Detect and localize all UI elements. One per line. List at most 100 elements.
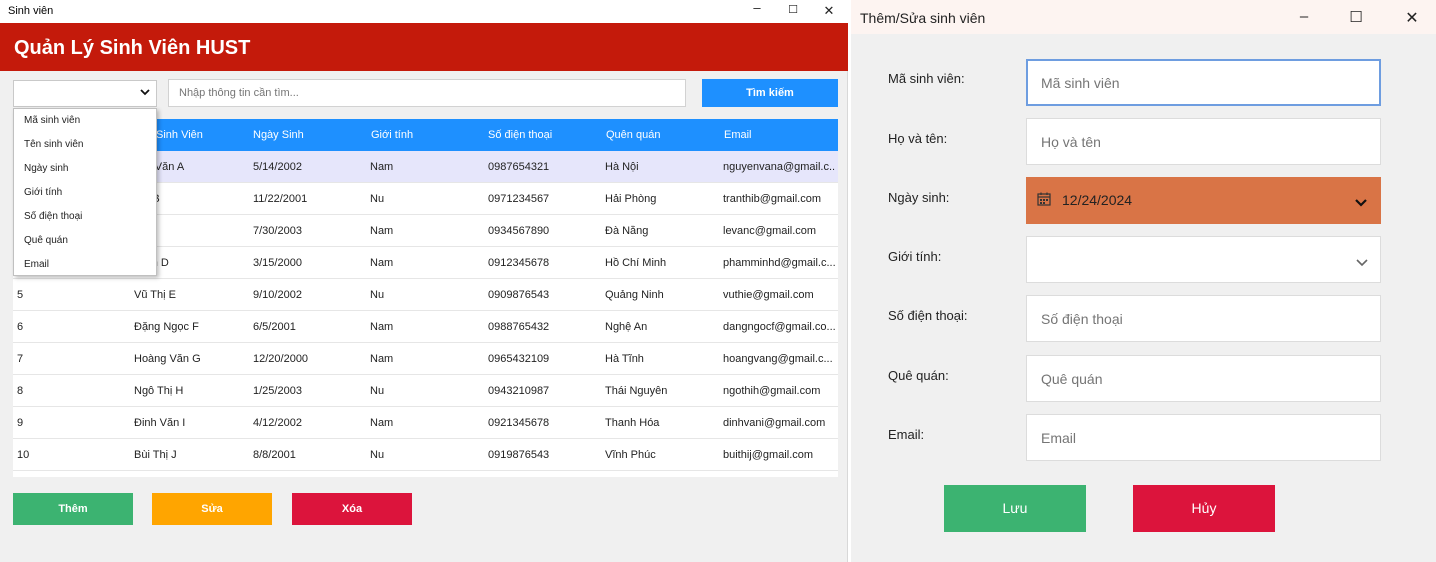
cell-name: Bùi Thị J [134, 449, 177, 461]
dropdown-option-hometown[interactable]: Quê quán [24, 235, 68, 246]
table-row[interactable]: 7 Hoàng Văn G 12/20/2000 Nam 0965432109 Hà Tĩ… [13, 343, 838, 375]
phone-label: Số điện thoại: [888, 308, 968, 323]
cell-phone: 0988765432 [488, 321, 550, 333]
cell-id: 8 [17, 385, 24, 397]
maximize-icon[interactable]: ☐ [1345, 8, 1367, 26]
dropdown-option-phone[interactable]: Số điện thoại [24, 211, 82, 222]
cell-hometown: Đà Nẵng [605, 225, 649, 237]
table-row[interactable]: 6 Đặng Ngọc F 6/5/2001 Nam 0988765432 Nghệ An… [13, 311, 838, 343]
hometown-label: Quê quán: [888, 368, 949, 383]
dropdown-option-email[interactable]: Email [24, 259, 49, 270]
save-button[interactable]: Lưu [944, 485, 1086, 532]
cell-name: Đặng Ngọc F [134, 321, 199, 333]
cell-phone: 0971234567 [488, 193, 550, 205]
cell-gender: Nam [370, 225, 394, 237]
cell-hometown: Nghệ An [605, 321, 648, 333]
cell-email: vuthie@gmail.com [723, 289, 814, 301]
cell-email: buithij@gmail.com [723, 449, 814, 461]
chevron-down-icon [140, 86, 150, 100]
cell-id: 10 [17, 449, 30, 461]
search-button[interactable]: Tìm kiếm [702, 79, 838, 107]
add-button[interactable]: Thêm [13, 493, 133, 525]
column-header-dob[interactable]: Ngày Sinh [253, 129, 304, 141]
form-window-title: Thêm/Sửa sinh viên [860, 10, 986, 26]
column-header-gender[interactable]: Giới tính [371, 129, 413, 141]
calendar-icon [1037, 192, 1051, 211]
cell-email: tranthib@gmail.com [723, 193, 821, 205]
maximize-icon[interactable]: ☐ [782, 3, 804, 16]
gender-select[interactable] [1026, 236, 1381, 283]
dropdown-option-gender[interactable]: Giới tính [24, 187, 62, 198]
cell-dob: 6/5/2001 [253, 321, 296, 333]
table-row[interactable]: 8 Ngô Thị H 1/25/2003 Nu 0943210987 Thái Nguy… [13, 375, 838, 407]
cell-name: Ngô Thị H [134, 385, 184, 397]
cell-hometown: Hà Tĩnh [605, 353, 644, 365]
cell-hometown: Thái Nguyên [605, 385, 668, 397]
form-titlebar: Thêm/Sửa sinh viên – ☐ ✕ [851, 0, 1436, 34]
cell-gender: Nu [370, 289, 385, 301]
cell-email: ngothih@gmail.com [723, 385, 821, 397]
cell-name: Hoàng Văn G [134, 353, 201, 365]
cell-hometown: Hồ Chí Minh [605, 257, 667, 269]
column-header-hometown[interactable]: Quên quán [606, 129, 660, 141]
email-input[interactable] [1026, 414, 1381, 461]
student-id-input[interactable] [1026, 59, 1381, 106]
cell-hometown: Hà Nội [605, 161, 639, 173]
dropdown-option-student-id[interactable]: Mã sinh viên [24, 115, 80, 126]
column-header-email[interactable]: Email [724, 129, 752, 141]
search-input[interactable] [168, 79, 686, 107]
cell-email: phamminhd@gmail.c... [723, 257, 835, 269]
main-window-title: Sinh viên [8, 5, 54, 17]
cell-email: dangngocf@gmail.co... [723, 321, 835, 333]
cell-name: Đinh Văn I [134, 417, 186, 429]
main-window: Sinh viên – ☐ ✕ Quản Lý Sinh Viên HUST T… [0, 0, 848, 562]
table-row[interactable]: 9 Đinh Văn I 4/12/2002 Nam 0921345678 Thanh H… [13, 407, 838, 439]
main-titlebar: Sinh viên – ☐ ✕ [0, 0, 848, 23]
column-header-phone[interactable]: Số điện thoại [488, 129, 552, 141]
delete-button[interactable]: Xóa [292, 493, 412, 525]
full-name-label: Họ và tên: [888, 131, 948, 146]
cell-gender: Nam [370, 321, 394, 333]
close-icon[interactable]: ✕ [1401, 8, 1423, 28]
cell-id: 5 [17, 289, 24, 301]
cell-gender: Nam [370, 353, 394, 365]
cell-id: 6 [17, 321, 24, 333]
hometown-input[interactable] [1026, 355, 1381, 402]
cell-phone: 0909876543 [488, 289, 550, 301]
full-name-input[interactable] [1026, 118, 1381, 165]
minimize-icon[interactable]: – [1293, 8, 1315, 25]
cell-id: 7 [17, 353, 24, 365]
cancel-button[interactable]: Hủy [1133, 485, 1275, 532]
search-field-dropdown: Mã sinh viên Tên sinh viên Ngày sinh Giớ… [13, 108, 157, 276]
chevron-down-icon [1356, 255, 1368, 271]
cell-gender: Nu [370, 449, 385, 461]
column-header-name[interactable]: Sinh Viên [156, 129, 203, 141]
cell-dob: 1/25/2003 [253, 385, 302, 397]
cell-email: dinhvani@gmail.com [723, 417, 826, 429]
cell-dob: 7/30/2003 [253, 225, 302, 237]
minimize-icon[interactable]: – [746, 0, 768, 15]
cell-dob: 11/22/2001 [253, 193, 308, 205]
dropdown-option-student-name[interactable]: Tên sinh viên [24, 139, 83, 150]
dob-date-picker[interactable]: 12/24/2024 [1026, 177, 1381, 224]
search-field-select[interactable] [13, 80, 157, 107]
cell-phone: 0987654321 [488, 161, 550, 173]
phone-input[interactable] [1026, 295, 1381, 342]
close-icon[interactable]: ✕ [818, 3, 840, 19]
email-label: Email: [888, 427, 925, 442]
table-row[interactable]: 5 Vũ Thị E 9/10/2002 Nu 0909876543 Quảng Ninh… [13, 279, 838, 311]
cell-hometown: Quảng Ninh [605, 289, 664, 301]
cell-dob: 5/14/2002 [253, 161, 302, 173]
cell-hometown: Thanh Hóa [605, 417, 660, 429]
cell-dob: 9/10/2002 [253, 289, 302, 301]
table-row[interactable]: 10 Bùi Thị J 8/8/2001 Nu 0919876543 Vĩnh Phúc… [13, 439, 838, 471]
cell-dob: 4/12/2002 [253, 417, 302, 429]
cell-gender: Nam [370, 161, 394, 173]
cell-phone: 0934567890 [488, 225, 550, 237]
edit-button[interactable]: Sửa [152, 493, 272, 525]
gender-label: Giới tính: [888, 249, 942, 264]
cell-hometown: Vĩnh Phúc [605, 449, 656, 461]
dropdown-option-dob[interactable]: Ngày sinh [24, 163, 68, 174]
cell-email: levanc@gmail.com [723, 225, 817, 237]
cell-dob: 8/8/2001 [253, 449, 296, 461]
